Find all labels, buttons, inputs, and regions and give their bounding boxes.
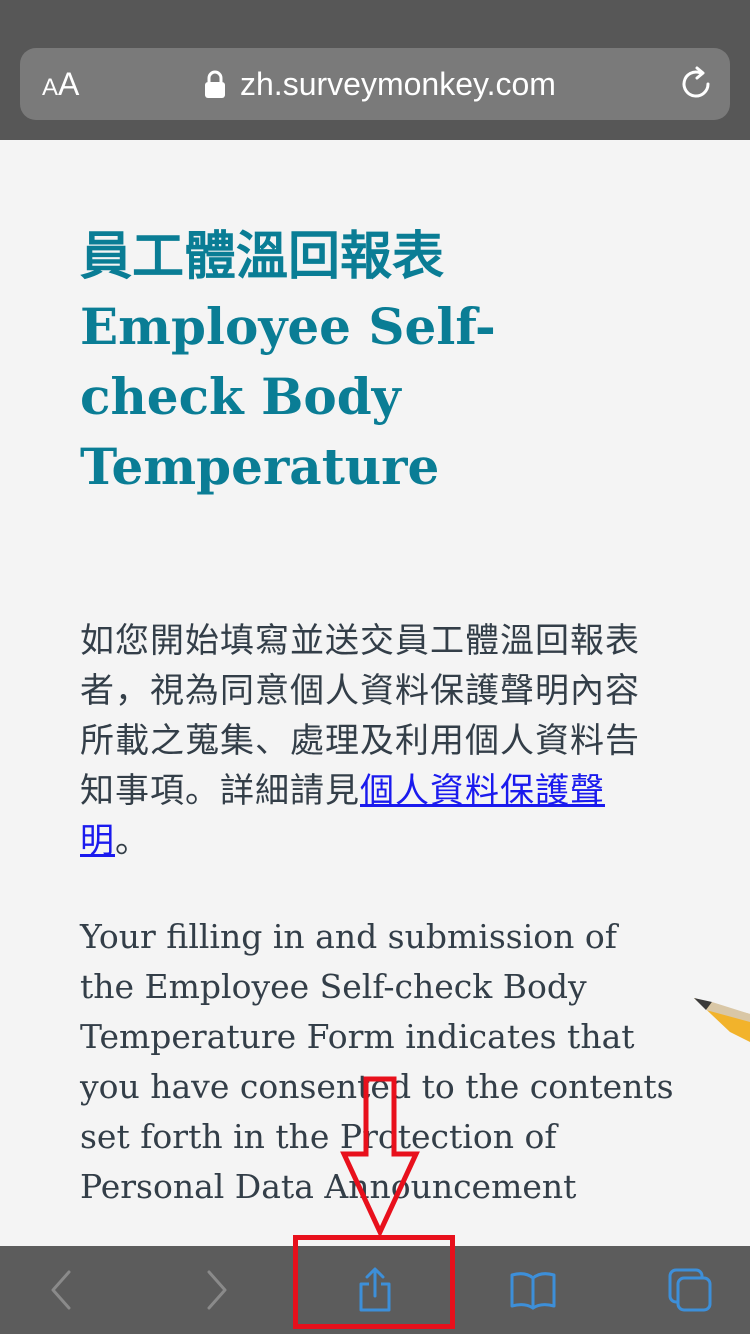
web-content: 員工體溫回報表 Employee Self- check Body Temper…	[0, 140, 750, 1246]
chevron-left-icon	[51, 1270, 71, 1310]
intro-paragraph-zh: 如您開始填寫並送交員工體溫回報表者，視為同意個人資料保護聲明內容所載之蒐集、處理…	[80, 616, 670, 866]
reload-icon[interactable]	[678, 66, 714, 102]
page-title-zh: 員工體溫回報表	[80, 227, 445, 287]
text-size-large-label: A	[58, 66, 80, 102]
pencil-decoration	[694, 998, 750, 1042]
share-icon	[359, 1267, 391, 1312]
address-bar[interactable]: AA zh.surveymonkey.com	[20, 48, 730, 120]
share-button[interactable]	[335, 1246, 415, 1334]
text-size-small-label: A	[42, 74, 59, 101]
back-button[interactable]	[21, 1246, 101, 1334]
page-title-en-line1: Employee Self-	[80, 297, 496, 356]
forward-button[interactable]	[177, 1246, 257, 1334]
browser-bottom-toolbar	[0, 1246, 750, 1334]
page-title-en-line2: check Body	[80, 367, 401, 426]
book-icon	[510, 1272, 556, 1310]
page-title-en-line3: Temperature	[80, 437, 440, 496]
url-display[interactable]: zh.surveymonkey.com	[204, 48, 556, 120]
tabs-button[interactable]	[650, 1246, 730, 1334]
chevron-right-icon	[207, 1270, 227, 1310]
intro-paragraph-en: Your filling in and submission of the Em…	[80, 917, 674, 1206]
text-size-button[interactable]: AA	[42, 48, 79, 120]
lock-icon	[205, 70, 225, 98]
tabs-icon	[668, 1268, 712, 1312]
intro-zh-end: 。	[115, 821, 150, 861]
url-text: zh.surveymonkey.com	[240, 65, 556, 102]
browser-top-bar: AA zh.surveymonkey.com	[0, 0, 750, 140]
page-title: 員工體溫回報表 Employee Self- check Body Temper…	[80, 222, 680, 502]
bookmarks-button[interactable]	[493, 1246, 573, 1334]
